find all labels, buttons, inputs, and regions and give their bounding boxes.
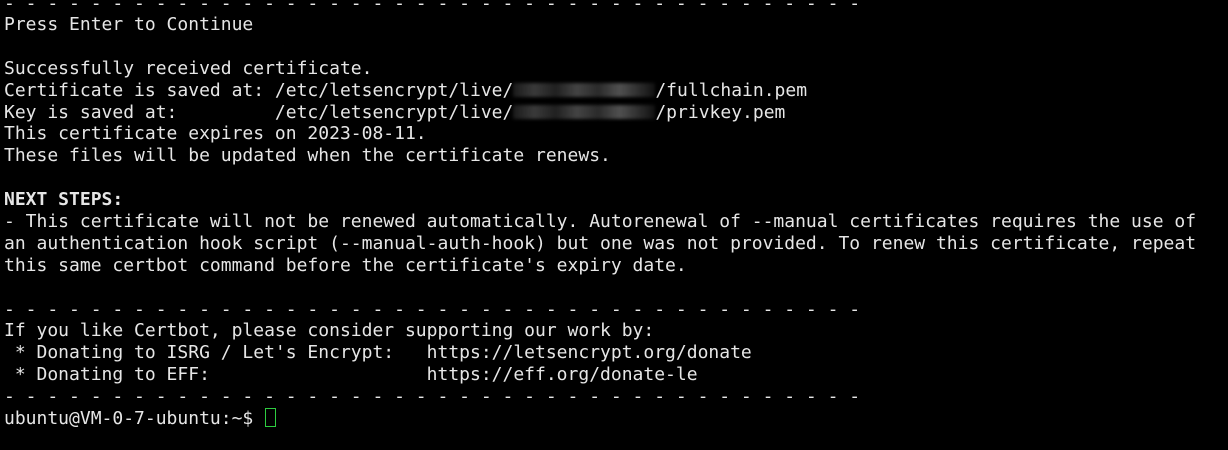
separator-bottom: - - - - - - - - - - - - - - - - - - - - … (4, 386, 861, 408)
key-path-suffix: /privkey.pem (655, 101, 786, 123)
next-steps-line-2: an authentication hook script (--manual-… (4, 232, 1197, 254)
cert-path-line: Certificate is saved at: /etc/letsencryp… (4, 80, 1228, 102)
next-steps-line-1: - This certificate will not be renewed a… (4, 211, 1197, 233)
separator-top: - - - - - - - - - - - - - - - - - - - - … (4, 0, 861, 14)
key-path-line: Key is saved at: /etc/letsencrypt/live/ /… (4, 102, 1228, 124)
success-text: Successfully received certificate. (4, 57, 373, 79)
donate-eff-line: * Donating to EFF: https://eff.org/donat… (4, 364, 698, 386)
support-text: If you like Certbot, please consider sup… (4, 320, 655, 342)
shell-prompt: ubuntu@VM-0-7-ubuntu:~$ (4, 408, 265, 430)
text-cursor[interactable] (265, 408, 277, 428)
next-steps-line-3: this same certbot command before the cer… (4, 254, 687, 276)
expiry-text: This certificate expires on 2023-08-11. (4, 123, 427, 145)
prompt-line[interactable]: ubuntu@VM-0-7-ubuntu:~$ (4, 408, 1228, 430)
redacted-domain (513, 82, 656, 97)
cert-path-suffix: /fullchain.pem (655, 79, 808, 101)
terminal-window[interactable]: - - - - - - - - - - - - - - - - - - - - … (0, 0, 1228, 450)
separator-middle: - - - - - - - - - - - - - - - - - - - - … (4, 298, 861, 320)
press-enter-text: Press Enter to Continue (4, 14, 254, 35)
next-steps-heading: NEXT STEPS: (4, 189, 124, 211)
donate-isrg-line: * Donating to ISRG / Let's Encrypt: http… (4, 342, 752, 364)
cert-path-prefix: Certificate is saved at: /etc/letsencryp… (4, 79, 514, 101)
redacted-domain (513, 104, 656, 119)
renew-info-text: These files will be updated when the cer… (4, 145, 611, 167)
key-path-prefix: Key is saved at: /etc/letsencrypt/live/ (4, 101, 514, 123)
